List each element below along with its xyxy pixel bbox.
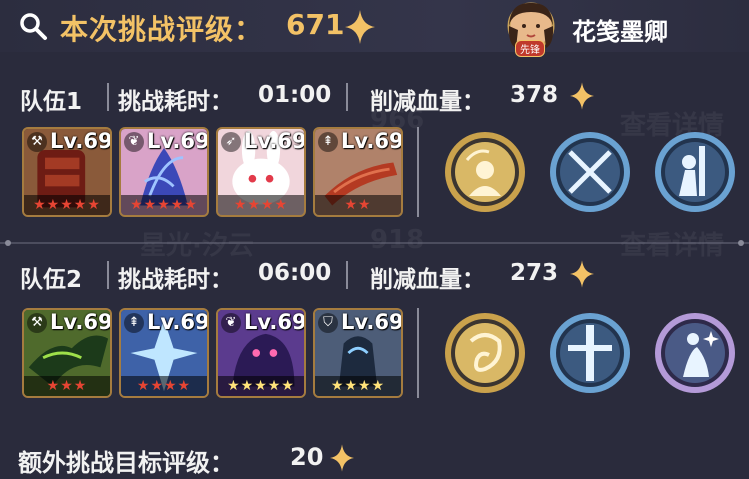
hero-card[interactable]: ⛉ Lv.69 ★★★★ xyxy=(313,308,403,398)
hero-level: Lv.69 xyxy=(341,129,403,153)
hero-stars: ★★★ xyxy=(24,376,110,396)
hero-level: Lv.69 xyxy=(147,129,209,153)
search-icon[interactable] xyxy=(18,11,48,41)
team-2-name: 队伍2 xyxy=(20,267,83,293)
hero-level: Lv.69 xyxy=(341,310,403,334)
hero-stars: ★★★★ xyxy=(121,376,207,396)
tree-icon: ⇞ xyxy=(124,313,144,333)
team-1-time-label: 挑战耗时： xyxy=(118,89,233,115)
section-divider xyxy=(417,127,419,217)
team-1-damage-label: 削减血量： xyxy=(370,89,485,115)
hero-card[interactable]: ⚒ Lv.69 ★★★ xyxy=(22,308,112,398)
hero-level: Lv.69 xyxy=(50,310,112,334)
rating-value: 671 xyxy=(286,8,345,41)
team-1-name: 队伍1 xyxy=(20,89,83,115)
dancer-skill-icon[interactable] xyxy=(653,311,737,395)
team-divider xyxy=(0,240,749,246)
team-1-time-value: 01:00 xyxy=(258,82,332,108)
hero-card[interactable]: ⚒ Lv.69 ★★★★★ xyxy=(22,127,112,217)
monk-skill-icon[interactable] xyxy=(443,130,527,214)
team-1-panel: 队伍1 挑战耗时： 01:00 削减血量： 378 ⚒ Lv.69 ★★★★★ … xyxy=(0,52,749,238)
hero-stars: ★★ xyxy=(315,195,401,215)
section-divider xyxy=(417,308,419,398)
hero-stars: ★★★★ xyxy=(315,376,401,396)
extra-target-label: 额外挑战目标评级： xyxy=(18,449,234,477)
sprout-icon: ❦ xyxy=(124,132,144,152)
title-divider xyxy=(107,261,109,289)
sparkle-icon xyxy=(330,444,354,472)
title-divider xyxy=(346,83,348,111)
hero-card[interactable]: ❦ Lv.69 ★★★★★ xyxy=(119,127,209,217)
hero-stars: ★★★★★ xyxy=(121,195,207,215)
hero-level: Lv.69 xyxy=(244,310,306,334)
hero-card[interactable]: ❦ Lv.69 ★★★★★ xyxy=(216,308,306,398)
hero-stars: ★★★★★ xyxy=(218,376,304,396)
hero-level: Lv.69 xyxy=(147,310,209,334)
warrior-blade-skill-icon[interactable] xyxy=(653,130,737,214)
player-name: 花笺墨卿 xyxy=(572,18,668,46)
hero-card[interactable]: ⇞ Lv.69 ★★★★ xyxy=(119,308,209,398)
extra-target-value: 20 xyxy=(290,443,324,471)
hero-stars: ★★★★ xyxy=(218,195,304,215)
sparkle-icon xyxy=(570,260,594,288)
team-2-damage-label: 削减血量： xyxy=(370,267,485,293)
team-2-time-label: 挑战耗时： xyxy=(118,267,233,293)
hero-level: Lv.69 xyxy=(50,129,112,153)
axe-icon: ⚒ xyxy=(27,313,47,333)
sprout-icon: ❦ xyxy=(221,313,241,333)
team-2-time-value: 06:00 xyxy=(258,260,332,286)
swirl-creature-skill-icon[interactable] xyxy=(443,311,527,395)
axe-icon: ⚒ xyxy=(27,132,47,152)
blade-strike-skill-icon[interactable] xyxy=(548,311,632,395)
tree-icon: ⇞ xyxy=(318,132,338,152)
team-1-damage-value: 378 xyxy=(510,82,559,108)
team-2-damage-value: 273 xyxy=(510,260,559,286)
sparkle-icon xyxy=(345,10,375,44)
title-divider xyxy=(107,83,109,111)
sparkle-icon xyxy=(570,82,594,110)
feather-icon: ➶ xyxy=(221,132,241,152)
team-2-panel: 队伍2 挑战耗时： 06:00 削减血量： 273 ⚒ Lv.69 ★★★ ⇞ … xyxy=(0,248,749,438)
hero-stars: ★★★★★ xyxy=(24,195,110,215)
shield-icon: ⛉ xyxy=(318,313,338,333)
crossed-swords-skill-icon[interactable] xyxy=(548,130,632,214)
title-divider xyxy=(346,261,348,289)
header-bar: 本次挑战评级： 671 先锋 花笺墨卿 xyxy=(0,0,749,57)
hero-card[interactable]: ⇞ Lv.69 ★★ xyxy=(313,127,403,217)
hero-card[interactable]: ➶ Lv.69 ★★★★ xyxy=(216,127,306,217)
hero-level: Lv.69 xyxy=(244,129,306,153)
rating-label: 本次挑战评级： xyxy=(60,13,264,46)
